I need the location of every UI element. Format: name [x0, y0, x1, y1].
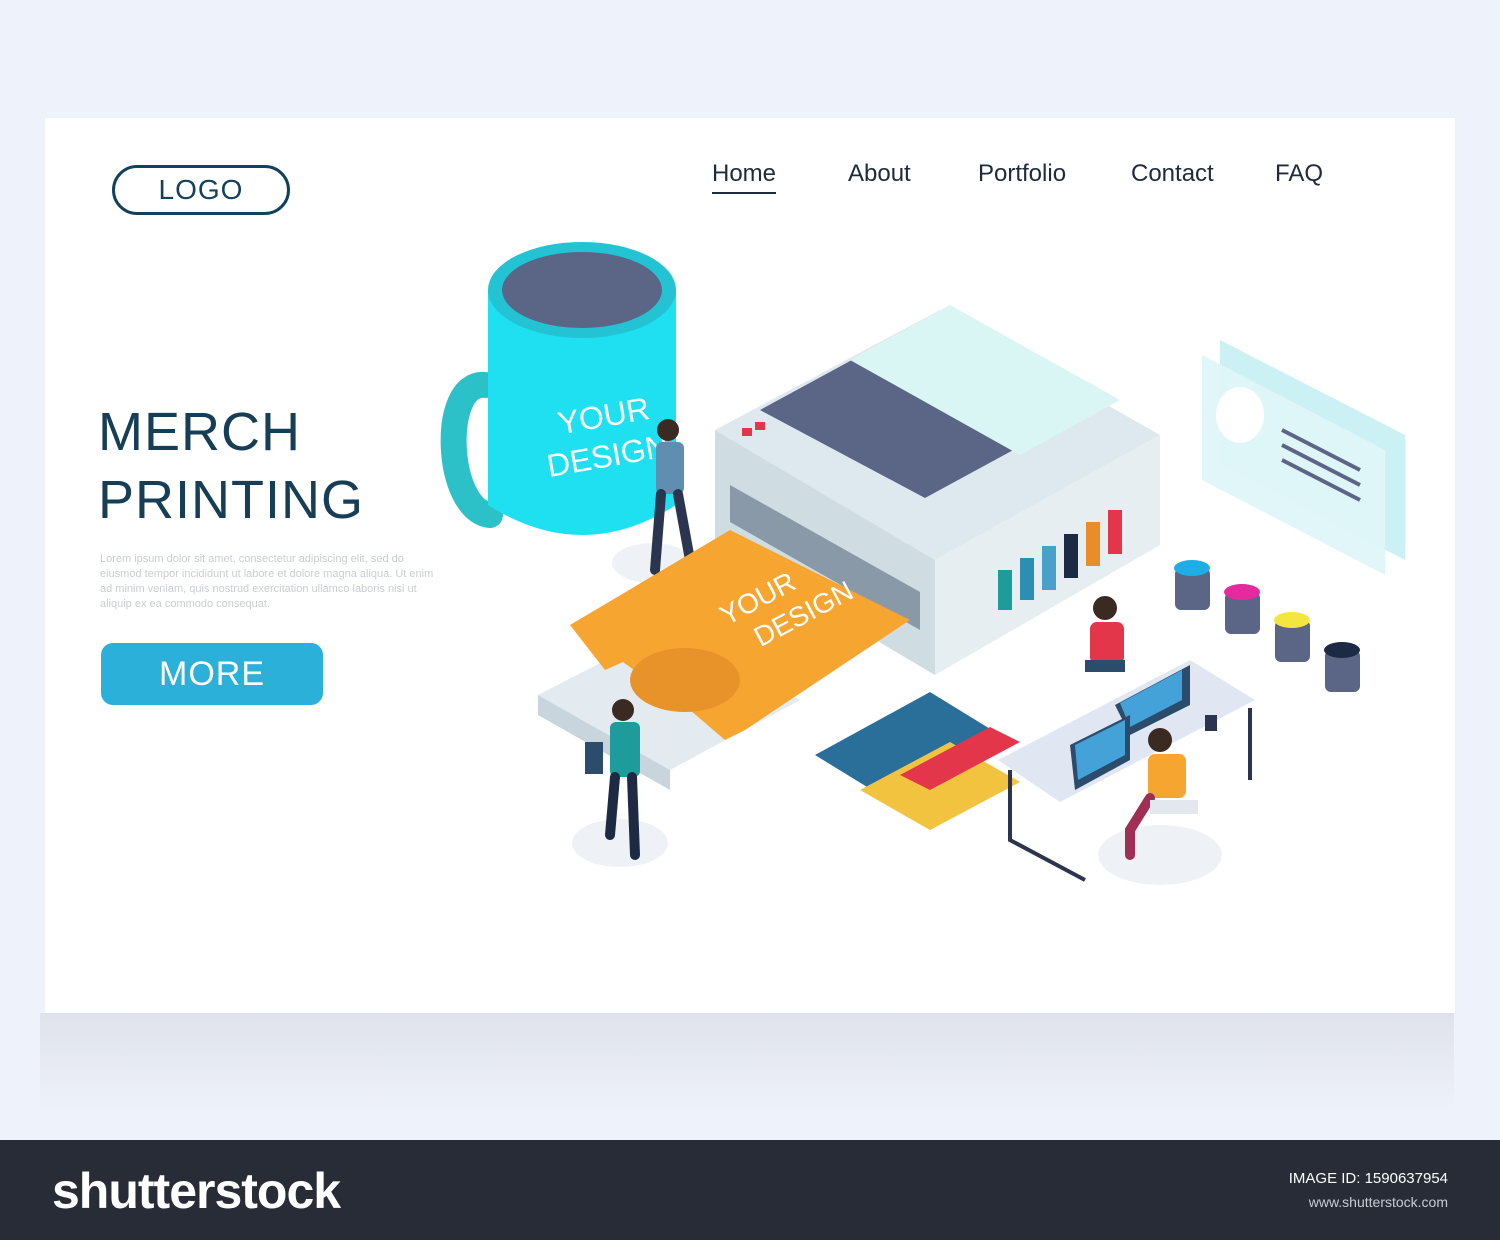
mug: YOUR DESIGN: [440, 242, 676, 535]
desk-area: [998, 596, 1255, 882]
floating-screen: [1202, 340, 1405, 575]
title-line-2: PRINTING: [98, 470, 365, 530]
person-red: [1085, 596, 1125, 672]
logo[interactable]: LOGO: [112, 165, 290, 215]
page-title: MERCH PRINTING: [98, 398, 458, 534]
stock-site: www.shutterstock.com: [1308, 1194, 1448, 1210]
title-line-1: MERCH: [98, 402, 301, 462]
hero-body-text: Lorem ipsum dolor sit amet, consectetur …: [100, 553, 434, 610]
nav-portfolio[interactable]: Portfolio: [978, 160, 1066, 188]
more-button[interactable]: MORE: [101, 643, 323, 705]
nav-home[interactable]: Home: [712, 160, 777, 194]
color-swatches: [815, 692, 1020, 830]
card-reflection: [40, 1013, 1454, 1113]
merch-printing-illustration: YOUR DESIGN YOUR DESIGN: [440, 242, 1405, 885]
image-id: IMAGE ID: 1590637954: [1288, 1170, 1448, 1187]
nav-contact[interactable]: Contact: [1131, 160, 1214, 188]
shadow-2: [572, 819, 668, 867]
nav-faq[interactable]: FAQ: [1275, 160, 1323, 188]
shadow-3: [1098, 825, 1222, 885]
nav-about[interactable]: About: [848, 160, 911, 188]
stock-brand: shutterstock: [52, 1163, 341, 1219]
